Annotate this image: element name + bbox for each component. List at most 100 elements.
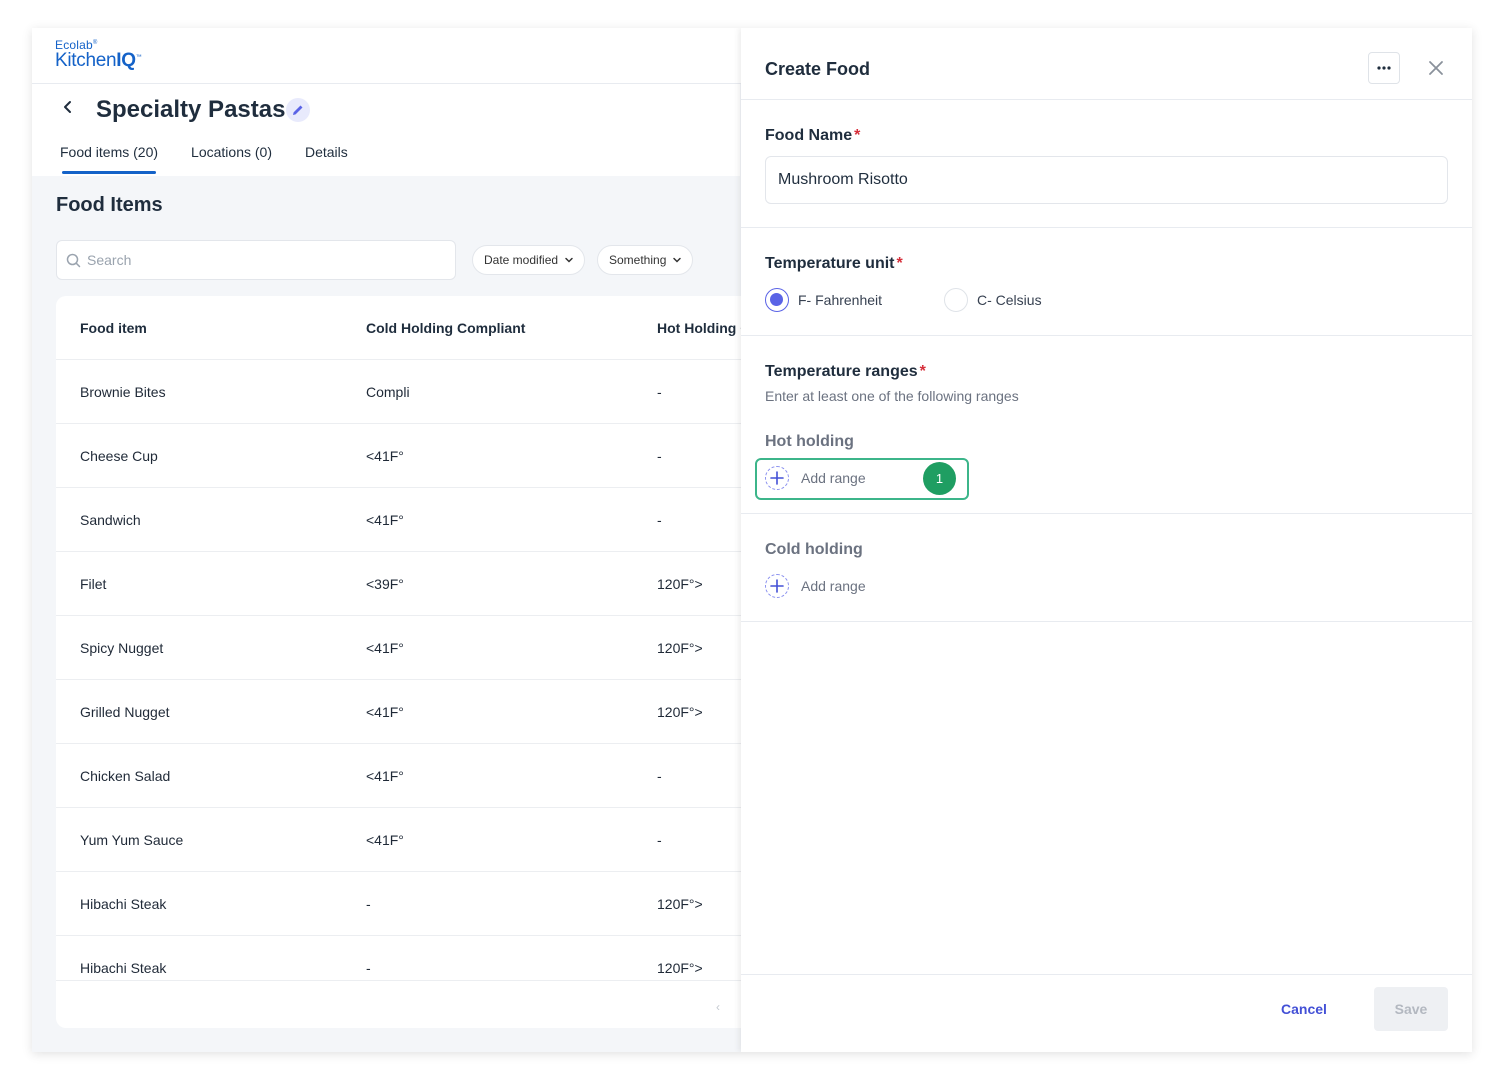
cell-hot-holding: - xyxy=(657,448,662,464)
cell-food-item: Yum Yum Sauce xyxy=(80,832,184,848)
page-header: Specialty Pastas Food items (20) Locatio… xyxy=(32,84,740,176)
column-header[interactable]: Hot Holding C xyxy=(657,320,750,336)
plus-icon xyxy=(765,574,789,598)
food-items-table: Food item Cold Holding Compliant Hot Hol… xyxy=(56,296,756,1028)
search-input[interactable] xyxy=(87,241,447,279)
cell-food-item: Cheese Cup xyxy=(80,448,158,464)
cell-cold-holding: <41F° xyxy=(366,768,404,784)
plus-icon xyxy=(765,466,789,490)
filter-date-modified[interactable]: Date modified xyxy=(472,245,586,275)
cell-hot-holding: 120F°> xyxy=(657,640,703,656)
food-name-input[interactable] xyxy=(765,156,1448,204)
filter-something[interactable]: Something xyxy=(597,245,694,275)
close-button[interactable] xyxy=(1424,56,1448,80)
cell-hot-holding: 120F°> xyxy=(657,704,703,720)
cell-cold-holding: <41F° xyxy=(366,832,404,848)
temperature-ranges-label: Temperature ranges * xyxy=(765,363,926,380)
cold-holding-add-range-button[interactable]: Add range xyxy=(765,574,866,598)
column-header[interactable]: Cold Holding Compliant xyxy=(366,320,525,336)
cancel-button[interactable]: Cancel xyxy=(1281,1001,1327,1017)
step-badge: 1 xyxy=(923,462,956,495)
table-row[interactable]: Chicken Salad <41F° - xyxy=(56,744,756,808)
cell-hot-holding: 120F°> xyxy=(657,896,703,912)
edit-title-button[interactable] xyxy=(286,98,310,122)
cell-cold-holding: <41F° xyxy=(366,640,404,656)
search-box xyxy=(56,240,456,280)
chevron-down-icon xyxy=(565,257,573,263)
drawer-title: Create Food xyxy=(765,59,871,79)
table-row[interactable]: Cheese Cup <41F° - xyxy=(56,424,756,488)
pencil-icon xyxy=(293,105,303,115)
cell-food-item: Hibachi Steak xyxy=(80,960,167,976)
create-food-drawer: Create Food Food Name* Temperature unit*… xyxy=(741,28,1472,1052)
save-button[interactable]: Save xyxy=(1374,987,1448,1031)
cold-holding-section: Cold holding Add range xyxy=(741,514,1472,622)
cell-food-item: Brownie Bites xyxy=(80,384,166,400)
cell-food-item: Hibachi Steak xyxy=(80,896,167,912)
cell-hot-holding: 120F°> xyxy=(657,576,703,592)
close-icon xyxy=(1429,61,1443,75)
app-window: Ecolab® KitchenIQ™ Specialty Pastas Food… xyxy=(32,28,1472,1052)
tab-details[interactable]: Details xyxy=(305,144,348,174)
hot-holding-add-range-button[interactable]: Add range xyxy=(765,466,866,490)
cell-cold-holding: <41F° xyxy=(366,512,404,528)
table-row[interactable]: Filet <39F° 120F°> xyxy=(56,552,756,616)
food-name-label: Food Name * xyxy=(765,127,861,144)
chevron-left-icon[interactable]: ‹ xyxy=(716,1000,720,1014)
page-title: Specialty Pastas xyxy=(96,96,286,123)
cell-cold-holding: <41F° xyxy=(366,704,404,720)
cell-food-item: Grilled Nugget xyxy=(80,704,170,720)
hot-holding-label: Hot holding xyxy=(765,433,854,450)
radio-button[interactable] xyxy=(944,288,968,312)
temperature-ranges-hint: Enter at least one of the following rang… xyxy=(765,388,1019,404)
section-title: Food Items xyxy=(56,194,163,216)
cell-food-item: Filet xyxy=(80,576,107,592)
table-row[interactable]: Brownie Bites Compli - xyxy=(56,360,756,424)
temperature-unit-label: Temperature unit * xyxy=(765,255,903,272)
cell-cold-holding: - xyxy=(366,896,371,912)
radio-button[interactable] xyxy=(765,288,789,312)
search-icon xyxy=(66,253,81,268)
logo-line2: KitchenIQ™ xyxy=(55,50,142,71)
filter-label: Something xyxy=(609,253,667,267)
radio-label: F- Fahrenheit xyxy=(798,292,883,308)
cell-hot-holding: - xyxy=(657,512,662,528)
chevron-down-icon xyxy=(673,257,682,263)
cell-cold-holding: Compli xyxy=(366,384,410,400)
add-range-label: Add range xyxy=(801,470,866,486)
table-row[interactable]: Hibachi Steak - 120F°> xyxy=(56,936,756,981)
drawer-header: Create Food xyxy=(741,28,1472,100)
add-range-label: Add range xyxy=(801,578,866,594)
tab-food-items[interactable]: Food items (20) xyxy=(60,144,158,174)
cell-hot-holding: - xyxy=(657,832,662,848)
temperature-unit-section: Temperature unit * F- Fahrenheit C- Celsi… xyxy=(741,228,1472,336)
tab-locations[interactable]: Locations (0) xyxy=(191,144,272,174)
cell-hot-holding: - xyxy=(657,384,662,400)
column-header[interactable]: Food item xyxy=(80,320,147,336)
table-row[interactable]: Yum Yum Sauce <41F° - xyxy=(56,808,756,872)
table-row[interactable]: Hibachi Steak - 120F°> xyxy=(56,872,756,936)
drawer-footer: Cancel Save xyxy=(741,974,1472,1052)
table-row[interactable]: Grilled Nugget <41F° 120F°> xyxy=(56,680,756,744)
cell-food-item: Sandwich xyxy=(80,512,141,528)
cell-cold-holding: <39F° xyxy=(366,576,404,592)
table-row[interactable]: Sandwich <41F° - xyxy=(56,488,756,552)
cell-food-item: Spicy Nugget xyxy=(80,640,164,656)
cell-cold-holding: <41F° xyxy=(366,448,404,464)
back-arrow-icon[interactable] xyxy=(60,99,76,115)
cell-hot-holding: - xyxy=(657,768,662,784)
cell-hot-holding: 120F°> xyxy=(657,960,703,976)
cell-food-item: Chicken Salad xyxy=(80,768,171,784)
radio-label: C- Celsius xyxy=(977,292,1042,308)
tab-bar: Food items (20) Locations (0) Details xyxy=(60,144,348,174)
kitcheniq-logo[interactable]: Ecolab® KitchenIQ™ xyxy=(55,38,142,72)
radio-fahrenheit[interactable]: F- Fahrenheit xyxy=(765,288,882,312)
cell-cold-holding: - xyxy=(366,960,371,976)
cold-holding-label: Cold holding xyxy=(765,541,863,558)
more-horizontal-icon xyxy=(1377,66,1391,70)
more-options-button[interactable] xyxy=(1368,52,1400,84)
table-row[interactable]: Spicy Nugget <41F° 120F°> xyxy=(56,616,756,680)
radio-celsius[interactable]: C- Celsius xyxy=(944,288,1042,312)
table-header: Food item Cold Holding Compliant Hot Hol… xyxy=(56,296,756,360)
filter-label: Date modified xyxy=(484,253,559,267)
